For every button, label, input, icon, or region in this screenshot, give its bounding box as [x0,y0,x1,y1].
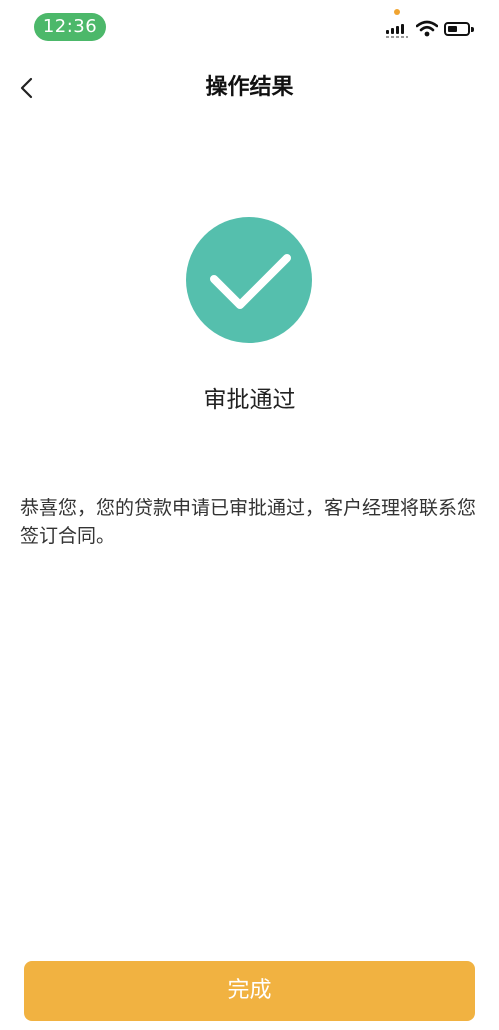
wifi-icon [416,20,438,37]
result-message: 恭喜您，您的贷款申请已审批通过，客户经理将联系您签订合同。 [20,497,477,547]
success-circle [186,217,312,343]
status-bar: 12:36 [0,0,499,56]
battery-icon [444,22,470,36]
result-title: 审批通过 [203,387,296,413]
chevron-left-icon [20,77,33,99]
status-time: 12:36 [34,13,106,41]
back-button[interactable] [10,70,46,106]
page-title: 操作结果 [205,75,294,100]
battery-cap [471,27,474,32]
done-button[interactable]: 完成 [24,961,475,1021]
signal-icon [386,20,408,38]
checkmark-icon [210,254,291,309]
privacy-indicator-icon [394,9,400,15]
nav-bar: 操作结果 [0,60,499,116]
